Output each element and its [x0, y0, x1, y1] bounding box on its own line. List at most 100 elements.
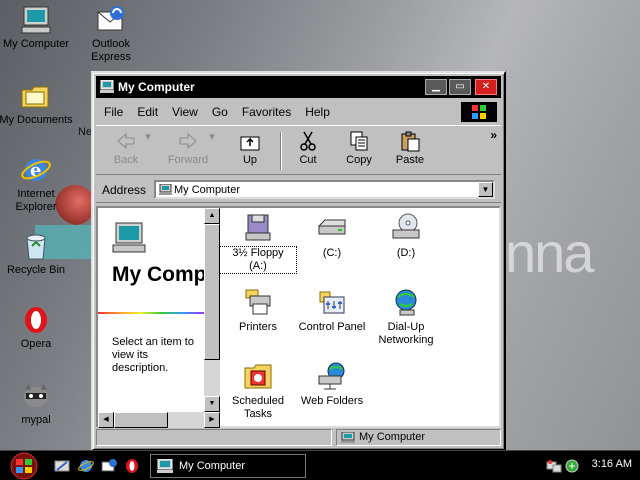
menu-bar: File Edit View Go Favorites Help: [96, 101, 501, 123]
item-label: (C:): [322, 247, 342, 259]
back-button[interactable]: Back: [102, 130, 150, 166]
scroll-thumb[interactable]: [114, 412, 168, 428]
internet-explorer-icon[interactable]: [78, 458, 94, 474]
cut-button[interactable]: Cut: [284, 130, 332, 166]
menu-file[interactable]: File: [104, 105, 123, 119]
address-label: Address: [102, 183, 147, 197]
up-folder-icon: [239, 130, 261, 152]
scroll-left-button[interactable]: ◀: [98, 412, 114, 428]
start-button[interactable]: [2, 452, 46, 480]
floppy-drive-icon: [242, 212, 274, 244]
scroll-thumb[interactable]: [204, 224, 220, 360]
toolbar-separator: [280, 132, 282, 170]
info-pane-title: My Computer: [112, 263, 204, 286]
menu-help[interactable]: Help: [305, 105, 330, 119]
desktop-icon-my-computer[interactable]: My Computer: [0, 4, 76, 51]
up-button[interactable]: Up: [226, 130, 274, 166]
address-dropdown-button[interactable]: ▼: [478, 182, 493, 197]
desktop-icon-internet-explorer[interactable]: e Internet Explorer: [0, 154, 76, 214]
outlook-express-icon[interactable]: [101, 458, 117, 474]
clock[interactable]: 3:16 AM: [592, 458, 632, 470]
maximize-button[interactable]: ▭: [449, 79, 471, 95]
scroll-right-button[interactable]: ▶: [204, 412, 220, 428]
window-titlebar[interactable]: My Computer ▁ ▭ ✕: [96, 76, 501, 98]
desktop-icon-label: Internet Explorer: [15, 188, 57, 213]
forward-button[interactable]: Forward: [162, 130, 214, 166]
desktop-partial-label: Ne: [78, 126, 93, 138]
standard-toolbar: Back ▾ Forward ▾ Up Cut Copy Paste »: [96, 125, 501, 175]
copy-icon: [348, 130, 370, 152]
item-dialup-networking[interactable]: Dial-Up Networking: [368, 286, 444, 347]
menu-go[interactable]: Go: [212, 105, 228, 119]
item-floppy-drive[interactable]: 3½ Floppy (A:): [219, 212, 297, 274]
status-panel-zone: My Computer: [336, 429, 501, 446]
computer-icon: [341, 431, 355, 443]
forward-arrow-icon: [177, 130, 199, 152]
item-drive-c[interactable]: (C:): [294, 212, 370, 260]
scroll-up-button[interactable]: ▲: [204, 208, 220, 224]
address-value: My Computer: [174, 183, 241, 196]
taskbar-button-label: My Computer: [179, 460, 246, 472]
clipboard-icon: [399, 130, 421, 152]
paste-button[interactable]: Paste: [386, 130, 434, 166]
item-scheduled-tasks[interactable]: Scheduled Tasks: [220, 360, 296, 421]
item-label: Scheduled Tasks: [232, 395, 284, 420]
network-tray-icon[interactable]: [546, 458, 562, 474]
desktop-icon-opera[interactable]: Opera: [0, 304, 76, 351]
forward-dropdown[interactable]: ▾: [208, 130, 216, 143]
my-computer-window: My Computer ▁ ▭ ✕ File Edit View Go Favo…: [91, 71, 506, 451]
item-label: Printers: [239, 321, 277, 333]
volume-tray-icon[interactable]: [564, 458, 580, 474]
desktop-icon-recycle-bin[interactable]: Recycle Bin: [0, 230, 76, 277]
rainbow-divider: [98, 312, 204, 314]
item-label: Web Folders: [300, 395, 364, 407]
menu-view[interactable]: View: [172, 105, 198, 119]
menu-edit[interactable]: Edit: [137, 105, 158, 119]
item-control-panel[interactable]: Control Panel: [294, 286, 370, 334]
scissors-icon: [297, 130, 319, 152]
copy-button[interactable]: Copy: [335, 130, 383, 166]
taskbar-button-my-computer[interactable]: My Computer: [150, 454, 306, 478]
horizontal-scrollbar[interactable]: ◀ ▶: [98, 412, 220, 428]
folder-icon: [20, 80, 52, 112]
desktop-icon-label: Recycle Bin: [6, 264, 66, 276]
toolbar-more-chevron[interactable]: »: [490, 128, 497, 142]
desktop-icon-my-documents[interactable]: My Documents: [0, 80, 76, 127]
dialup-networking-icon: [390, 286, 422, 318]
show-desktop-icon[interactable]: [54, 458, 70, 474]
content-area: My Computer Select an item to view its d…: [96, 206, 501, 428]
back-arrow-icon: [115, 130, 137, 152]
computer-icon: [157, 458, 173, 473]
item-web-folders[interactable]: Web Folders: [294, 360, 370, 408]
desktop-icon-label: mypal: [21, 414, 51, 426]
computer-icon: [159, 183, 172, 195]
menu-favorites[interactable]: Favorites: [242, 105, 291, 119]
scheduled-tasks-icon: [242, 360, 274, 392]
item-label: Control Panel: [298, 321, 366, 333]
windows-logo-icon: [461, 102, 497, 122]
scroll-down-button[interactable]: ▼: [204, 396, 220, 412]
vertical-scrollbar[interactable]: ▲ ▼: [204, 208, 220, 412]
window-title: My Computer: [118, 80, 195, 94]
desktop-icon-mypal[interactable]: mypal: [0, 380, 76, 427]
item-printers[interactable]: Printers: [220, 286, 296, 334]
close-button[interactable]: ✕: [475, 79, 497, 95]
item-drive-d[interactable]: (D:): [368, 212, 444, 260]
computer-icon: [100, 79, 114, 93]
my-computer-icon: [20, 4, 52, 36]
status-bar: My Computer: [96, 428, 501, 447]
back-dropdown[interactable]: ▾: [144, 130, 152, 143]
opera-icon[interactable]: [124, 458, 140, 474]
outlook-express-icon: [95, 4, 127, 36]
control-panel-icon: [316, 286, 348, 318]
address-input[interactable]: My Computer ▼: [154, 180, 495, 199]
raccoon-icon: [20, 380, 52, 412]
desktop-icon-outlook-express[interactable]: Outlook Express: [71, 4, 151, 64]
internet-explorer-icon: e: [20, 154, 52, 186]
item-label: (D:): [396, 247, 416, 259]
minimize-button[interactable]: ▁: [425, 79, 447, 95]
desktop-icon-label: Outlook Express: [91, 38, 131, 63]
my-computer-icon: [111, 220, 147, 256]
info-pane: My Computer Select an item to view its d…: [98, 208, 204, 426]
item-label: Dial-Up Networking: [378, 321, 434, 346]
